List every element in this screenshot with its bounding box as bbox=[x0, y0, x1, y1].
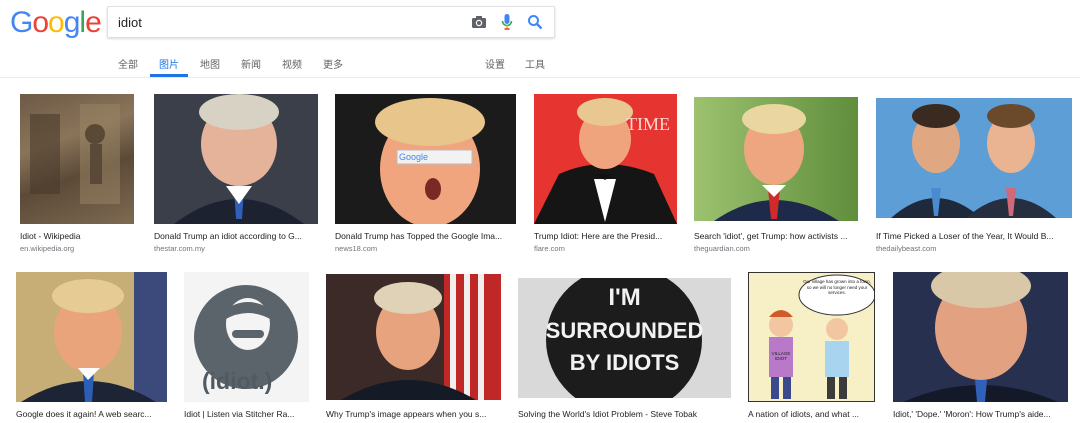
result-image-5[interactable] bbox=[694, 97, 858, 221]
result-image-10[interactable]: I'M SURROUNDED BY IDIOTS bbox=[518, 278, 731, 398]
tab-images[interactable]: 图片 bbox=[159, 56, 179, 71]
time-logo-text: TIME bbox=[626, 114, 670, 134]
result-source-6: thedailybeast.com bbox=[876, 244, 937, 253]
google-logo[interactable]: Google bbox=[10, 6, 102, 40]
result-tile-2[interactable]: Donald Trump an idiot according to G... … bbox=[154, 94, 319, 254]
google-bar-text: Google bbox=[399, 152, 429, 162]
search-input[interactable] bbox=[118, 7, 458, 37]
result-caption-8[interactable]: Idiot | Listen via Stitcher Ra... bbox=[184, 409, 309, 419]
result-image-9[interactable] bbox=[326, 274, 501, 400]
result-caption-3[interactable]: Donald Trump has Topped the Google Ima..… bbox=[335, 231, 515, 241]
result-tile-12[interactable]: Idiot,' 'Dope.' 'Moron': How Trump's aid… bbox=[893, 272, 1069, 422]
result-caption-9[interactable]: Why Trump's image appears when you s... bbox=[326, 409, 500, 419]
tab-news[interactable]: 新闻 bbox=[241, 56, 261, 71]
comic-sign-text: VILLAGE IDIOT bbox=[771, 351, 791, 361]
result-caption-1[interactable]: Idiot - Wikipedia bbox=[20, 231, 134, 241]
microphone-icon[interactable] bbox=[498, 13, 516, 31]
result-image-2[interactable] bbox=[154, 94, 318, 224]
camera-icon[interactable] bbox=[470, 13, 488, 31]
button-line-2: SURROUNDED bbox=[545, 318, 704, 343]
result-source-4: flare.com bbox=[534, 244, 565, 253]
result-image-1[interactable] bbox=[20, 94, 134, 224]
header: Google 全部 图片 地图 新闻 视频 更多 设置 工具 bbox=[0, 0, 1080, 78]
active-tab-underline bbox=[150, 74, 188, 77]
result-tile-4[interactable]: TIME Trump Idiot: Here are the Presid...… bbox=[534, 94, 678, 254]
result-caption-10[interactable]: Solving the World's Idiot Problem - Stev… bbox=[518, 409, 731, 419]
result-image-6[interactable] bbox=[876, 98, 1072, 218]
logo-letter-o2: o bbox=[48, 6, 65, 39]
search-icon[interactable] bbox=[526, 13, 544, 31]
result-caption-2[interactable]: Donald Trump an idiot according to G... bbox=[154, 231, 314, 241]
tab-settings[interactable]: 设置 bbox=[485, 56, 505, 71]
result-source-5: theguardian.com bbox=[694, 244, 750, 253]
result-tile-10[interactable]: I'M SURROUNDED BY IDIOTS Solving the Wor… bbox=[518, 278, 732, 422]
result-image-4[interactable]: TIME bbox=[534, 94, 677, 224]
result-tile-6[interactable]: If Time Picked a Loser of the Year, It W… bbox=[876, 98, 1073, 254]
tab-videos[interactable]: 视频 bbox=[282, 56, 302, 71]
result-caption-5[interactable]: Search 'idiot', get Trump: how activists… bbox=[694, 231, 854, 241]
result-tile-7[interactable]: Google does it again! A web searc... bbox=[16, 272, 168, 422]
tab-more[interactable]: 更多 bbox=[323, 56, 343, 71]
result-image-7[interactable] bbox=[16, 272, 167, 402]
result-source-3: news18.com bbox=[335, 244, 378, 253]
result-source-2: thestar.com.my bbox=[154, 244, 205, 253]
tab-tools[interactable]: 工具 bbox=[525, 56, 545, 71]
comic-speech-bubble: Our village has grown into a town, so we… bbox=[803, 279, 871, 295]
button-line-1: I'M bbox=[608, 284, 641, 311]
result-caption-6[interactable]: If Time Picked a Loser of the Year, It W… bbox=[876, 231, 1072, 241]
result-tile-8[interactable]: (idiot.) Idiot | Listen via Stitcher Ra.… bbox=[184, 272, 310, 422]
logo-letter-e: e bbox=[85, 6, 102, 39]
tab-maps[interactable]: 地图 bbox=[200, 56, 220, 71]
result-caption-4[interactable]: Trump Idiot: Here are the Presid... bbox=[534, 231, 677, 241]
button-line-3: BY IDIOTS bbox=[569, 350, 680, 375]
result-image-8[interactable]: (idiot.) bbox=[184, 272, 309, 402]
result-tile-1[interactable]: Idiot - Wikipedia en.wikipedia.org bbox=[20, 94, 135, 254]
result-tile-11[interactable]: Our village has grown into a town, so we… bbox=[748, 272, 876, 422]
result-tile-3[interactable]: Google Donald Trump has Topped the Googl… bbox=[335, 94, 517, 254]
result-tile-9[interactable]: Why Trump's image appears when you s... bbox=[326, 274, 502, 422]
idiot-badge-text: (idiot.) bbox=[202, 368, 273, 394]
result-source-1: en.wikipedia.org bbox=[20, 244, 75, 253]
logo-letter-o1: o bbox=[32, 6, 49, 39]
result-image-3[interactable]: Google bbox=[335, 94, 516, 224]
result-caption-11[interactable]: A nation of idiots, and what ... bbox=[748, 409, 875, 419]
logo-letter-g2: g bbox=[63, 6, 81, 39]
result-image-12[interactable] bbox=[893, 272, 1068, 402]
tab-all[interactable]: 全部 bbox=[118, 56, 138, 71]
result-tile-5[interactable]: Search 'idiot', get Trump: how activists… bbox=[694, 97, 859, 254]
result-image-11[interactable]: Our village has grown into a town, so we… bbox=[748, 272, 875, 402]
result-caption-12[interactable]: Idiot,' 'Dope.' 'Moron': How Trump's aid… bbox=[893, 409, 1068, 419]
result-caption-7[interactable]: Google does it again! A web searc... bbox=[16, 409, 166, 419]
search-box[interactable] bbox=[107, 6, 555, 38]
logo-letter-g: G bbox=[10, 6, 33, 39]
